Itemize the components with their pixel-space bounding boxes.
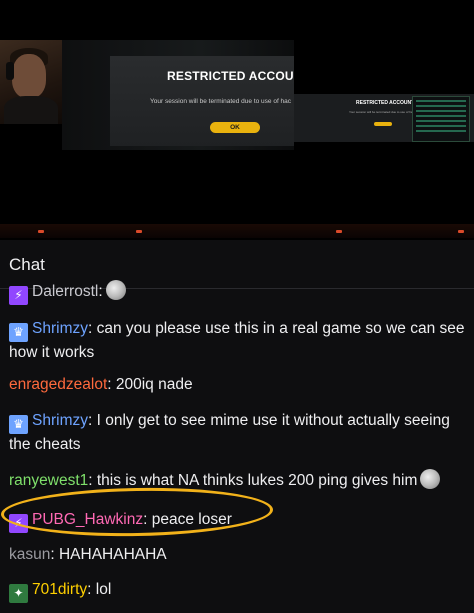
chat-message: kasun: HAHAHAHAHA (9, 544, 465, 566)
headset-icon (6, 62, 14, 80)
overlay-marker-icon (38, 230, 44, 233)
chat-username[interactable]: 701dirty (32, 581, 87, 598)
dialog-message: Your session will be terminated due to u… (150, 98, 292, 105)
chat-message: ranyewest1: this is what NA thinks lukes… (9, 469, 465, 492)
streamer-face (12, 54, 46, 98)
face-emote-icon[interactable] (420, 469, 441, 489)
crown-icon[interactable]: ♛ (9, 323, 28, 342)
chat-message-text: : HAHAHAHAHA (50, 546, 167, 563)
chat-username[interactable]: kasun (9, 546, 50, 563)
mini-dialog-message: Your session will be terminated due to u… (349, 110, 420, 114)
prime-badge-icon[interactable]: ⚡ (9, 286, 28, 305)
stream-overlay-bar (0, 224, 474, 238)
chat-title: Chat (9, 255, 45, 274)
ok-button[interactable]: OK (210, 122, 260, 133)
gift-badge-icon[interactable]: ✦ (9, 584, 28, 603)
chat-username[interactable]: ranyewest1 (9, 472, 88, 489)
mini-ok-button (374, 122, 392, 126)
chat-message-text: : this is what NA thinks lukes 200 ping … (88, 472, 418, 489)
stream-video[interactable]: RESTRICTED ACCOUI Your session will be t… (0, 0, 474, 240)
chat-message: ♛ Shrimzy: I only get to see mime use it … (9, 410, 465, 456)
chat-message-list[interactable]: ⚡ Dalerrostl: ♛ Shrimzy: can you please us… (0, 280, 474, 613)
chat-message: ⚡ Dalerrostl: (9, 280, 465, 305)
chat-username[interactable]: Dalerrostl (32, 283, 98, 300)
chat-message-text: : (98, 283, 103, 300)
restricted-account-dialog-mini: RESTRICTED ACCOUNT Your session will be … (294, 94, 474, 142)
overlay-marker-icon (336, 230, 342, 233)
chat-username[interactable]: Shrimzy (32, 320, 88, 337)
chat-message-text: : 200iq nade (107, 376, 193, 393)
cheat-menu-panel (412, 96, 470, 142)
dialog-title: RESTRICTED ACCOUI (167, 69, 294, 83)
crown-icon[interactable]: ♛ (9, 415, 28, 434)
webcam-feed (0, 40, 62, 124)
streamer-body (4, 96, 58, 124)
overlay-marker-icon (458, 230, 464, 233)
chat-message: enragedzealot: 200iq nade (9, 374, 465, 396)
chat-username[interactable]: enragedzealot (9, 376, 107, 393)
chat-message: ♛ Shrimzy: can you please use this in a r… (9, 318, 465, 364)
chat-username[interactable]: Shrimzy (32, 412, 88, 429)
chat-panel: Chat ⚡ Dalerrostl: ♛ Shrimzy: can you plea… (0, 240, 474, 613)
overlay-marker-icon (136, 230, 142, 233)
chat-message: ✦ 701dirty: lol (9, 579, 465, 603)
face-emote-icon[interactable] (105, 280, 126, 300)
chat-message-text: : lol (87, 581, 112, 598)
restricted-account-dialog: RESTRICTED ACCOUI Your session will be t… (110, 56, 294, 146)
mini-dialog-title: RESTRICTED ACCOUNT (356, 100, 415, 106)
